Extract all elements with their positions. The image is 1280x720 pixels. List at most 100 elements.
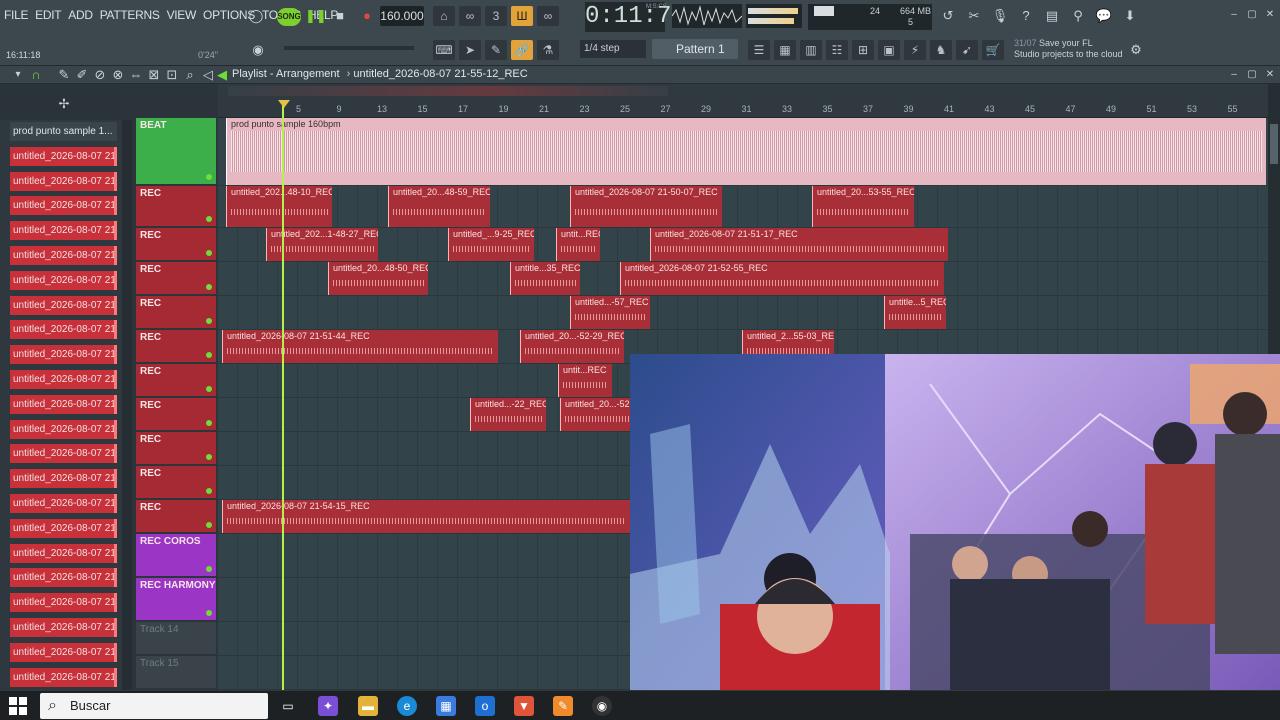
- track-header[interactable]: REC: [136, 500, 216, 532]
- snap-select[interactable]: 1/4 step: [580, 40, 646, 58]
- track-header[interactable]: REC: [136, 262, 216, 294]
- rec-audio-clip[interactable]: untit...REC: [558, 364, 612, 397]
- track-header[interactable]: REC: [136, 296, 216, 328]
- browser-scrollbar[interactable]: [122, 120, 132, 690]
- undo-icon[interactable]: ↺: [938, 6, 958, 26]
- rec-audio-clip[interactable]: untitled_2026-08-07 21-51-17_REC: [650, 228, 948, 261]
- track-header[interactable]: REC: [136, 432, 216, 464]
- select-icon[interactable]: ⊡: [162, 65, 182, 85]
- track-active-led[interactable]: [206, 174, 212, 180]
- task-view-icon[interactable]: ▭: [278, 696, 298, 716]
- outlook-icon[interactable]: o: [475, 696, 495, 716]
- browser-item-rec[interactable]: untitled_2026-08-07 21-...: [10, 221, 117, 241]
- browser-item-rec[interactable]: untitled_2026-08-07 21-...: [10, 667, 117, 687]
- paint-icon[interactable]: ✐: [72, 65, 92, 85]
- track-lane[interactable]: untitled_20...48-50_REC untitle...35_REC u…: [218, 262, 1268, 296]
- scroll-thumb[interactable]: [1270, 124, 1278, 164]
- browser-item-rec[interactable]: untitled_2026-08-07 21-...: [10, 295, 117, 315]
- menu-edit[interactable]: EDIT: [35, 8, 61, 22]
- track-header[interactable]: REC: [136, 228, 216, 260]
- rec-audio-clip[interactable]: untitled_2026-08-07 21-52-55_REC: [620, 262, 944, 295]
- mic-icon[interactable]: 🎙: [990, 6, 1010, 26]
- step-edit-icon[interactable]: Ш: [511, 6, 533, 26]
- fl-studio-icon[interactable]: ✎: [553, 696, 573, 716]
- project-name[interactable]: untitled_2026-08-07 21-55-12_REC: [353, 68, 527, 80]
- rec-audio-clip[interactable]: untit...REC: [556, 228, 600, 261]
- pitch-knob-icon[interactable]: ◉: [248, 40, 268, 60]
- track-active-led[interactable]: [206, 284, 212, 290]
- rec-audio-clip[interactable]: untitled_20...-52-29_REC: [520, 330, 624, 363]
- piano-roll-icon[interactable]: ▦: [774, 40, 796, 60]
- track-lane[interactable]: prod punto sample 160bpm: [218, 118, 1268, 186]
- track-header[interactable]: REC: [136, 398, 216, 430]
- playhead[interactable]: [282, 100, 284, 690]
- cpu-memory-panel[interactable]: 24 664 MB 5: [808, 4, 932, 30]
- pause-icon[interactable]: ❚❚: [305, 6, 327, 26]
- download-icon[interactable]: ⬇: [1120, 6, 1140, 26]
- track-active-led[interactable]: [206, 454, 212, 460]
- taskbar-search[interactable]: ⌕ Buscar: [40, 693, 268, 719]
- stamp-icon[interactable]: ⚗: [537, 40, 559, 60]
- browser-item-rec[interactable]: untitled_2026-08-07 21-...: [10, 171, 117, 191]
- track-lane[interactable]: untitled_202...48-10_REC untitled_20...48…: [218, 186, 1268, 228]
- minimize-icon[interactable]: –: [1226, 8, 1242, 22]
- browser-item-beat[interactable]: prod punto sample 1...: [10, 122, 117, 141]
- touch-keyboard-icon[interactable]: ♞: [930, 40, 952, 60]
- rec-audio-clip[interactable]: untitled_20...53-55_REC: [812, 186, 914, 227]
- stop-icon[interactable]: ■: [330, 6, 350, 26]
- playlist-maximize-icon[interactable]: ▢: [1244, 68, 1260, 82]
- slice-icon[interactable]: ⊠: [144, 65, 164, 85]
- track-active-led[interactable]: [206, 610, 212, 616]
- project-icon[interactable]: ▣: [878, 40, 900, 60]
- browser-item-rec[interactable]: untitled_2026-08-07 21-...: [10, 593, 117, 613]
- link-icon[interactable]: 🔗: [511, 40, 533, 60]
- rec-audio-clip[interactable]: untitled_20...48-50_REC: [328, 262, 428, 295]
- file-explorer-icon[interactable]: ▬: [358, 696, 378, 716]
- browser-item-rec[interactable]: untitled_2026-08-07 21-...: [10, 444, 117, 464]
- master-volume-knob-icon[interactable]: ◯: [246, 6, 266, 26]
- track-active-led[interactable]: [206, 250, 212, 256]
- track-active-led[interactable]: [206, 420, 212, 426]
- track-active-led[interactable]: [206, 522, 212, 528]
- channel-rack-icon[interactable]: ▥: [800, 40, 822, 60]
- help-icon[interactable]: ?: [1016, 6, 1036, 26]
- browser-expand-icon[interactable]: ✢: [54, 94, 74, 114]
- browser-item-rec[interactable]: untitled_2026-08-07 21-...: [10, 394, 117, 414]
- pattern-selector[interactable]: Pattern 1: [652, 39, 738, 59]
- edge-icon[interactable]: e: [397, 696, 417, 716]
- browser-item-rec[interactable]: untitled_2026-08-07 21-...: [10, 246, 117, 265]
- track-active-led[interactable]: [206, 386, 212, 392]
- dropdown-icon[interactable]: ▾: [8, 65, 28, 85]
- tempo-display[interactable]: 160.000: [380, 6, 424, 26]
- store-icon[interactable]: ▦: [436, 696, 456, 716]
- cart-icon[interactable]: 🛒: [982, 40, 1004, 60]
- rec-audio-clip[interactable]: untitled...-57_REC: [570, 296, 650, 329]
- cut-icon[interactable]: ✂: [964, 6, 984, 26]
- loop-range-bar[interactable]: [228, 86, 668, 96]
- playlist-minimize-icon[interactable]: –: [1226, 68, 1242, 82]
- plugin-icon[interactable]: ⚲: [1068, 6, 1088, 26]
- rec-audio-clip[interactable]: untitle...5_REC: [884, 296, 946, 329]
- rec-audio-clip[interactable]: untitle...35_REC: [510, 262, 580, 295]
- brave-icon[interactable]: ▼: [514, 696, 534, 716]
- menu-file[interactable]: FILE: [4, 8, 28, 22]
- browser-item-rec[interactable]: untitled_2026-08-07 21-...: [10, 419, 117, 439]
- menu-view[interactable]: VIEW: [167, 8, 197, 22]
- copilot-icon[interactable]: ✦: [318, 696, 338, 716]
- track-header[interactable]: REC: [136, 330, 216, 362]
- menu-add[interactable]: ADD: [68, 8, 93, 22]
- playlist-close-icon[interactable]: ✕: [1262, 68, 1278, 82]
- track-header[interactable]: REC COROS: [136, 534, 216, 576]
- news-panel[interactable]: 31/07 Save your FL Studio projects to th…: [1014, 38, 1123, 60]
- settings-gear-icon[interactable]: ⚙: [1126, 40, 1146, 60]
- track-active-led[interactable]: [206, 352, 212, 358]
- track-lane[interactable]: untitled...-57_REC untitle...5_REC: [218, 296, 1268, 330]
- rec-audio-clip[interactable]: untitled_2026-08-07 21-50-07_REC: [570, 186, 722, 227]
- playhead-marker-icon[interactable]: [278, 100, 290, 108]
- windows-start-icon[interactable]: [8, 696, 28, 716]
- mixer-icon[interactable]: ☷: [826, 40, 848, 60]
- browser-item-rec[interactable]: untitled_2026-08-07 21-...: [10, 320, 117, 340]
- browser-item-rec[interactable]: untitled_2026-08-07 21-...: [10, 518, 117, 538]
- close-icon[interactable]: ✕: [1262, 8, 1278, 22]
- browser-item-rec[interactable]: untitled_2026-08-07 21-...: [10, 146, 117, 166]
